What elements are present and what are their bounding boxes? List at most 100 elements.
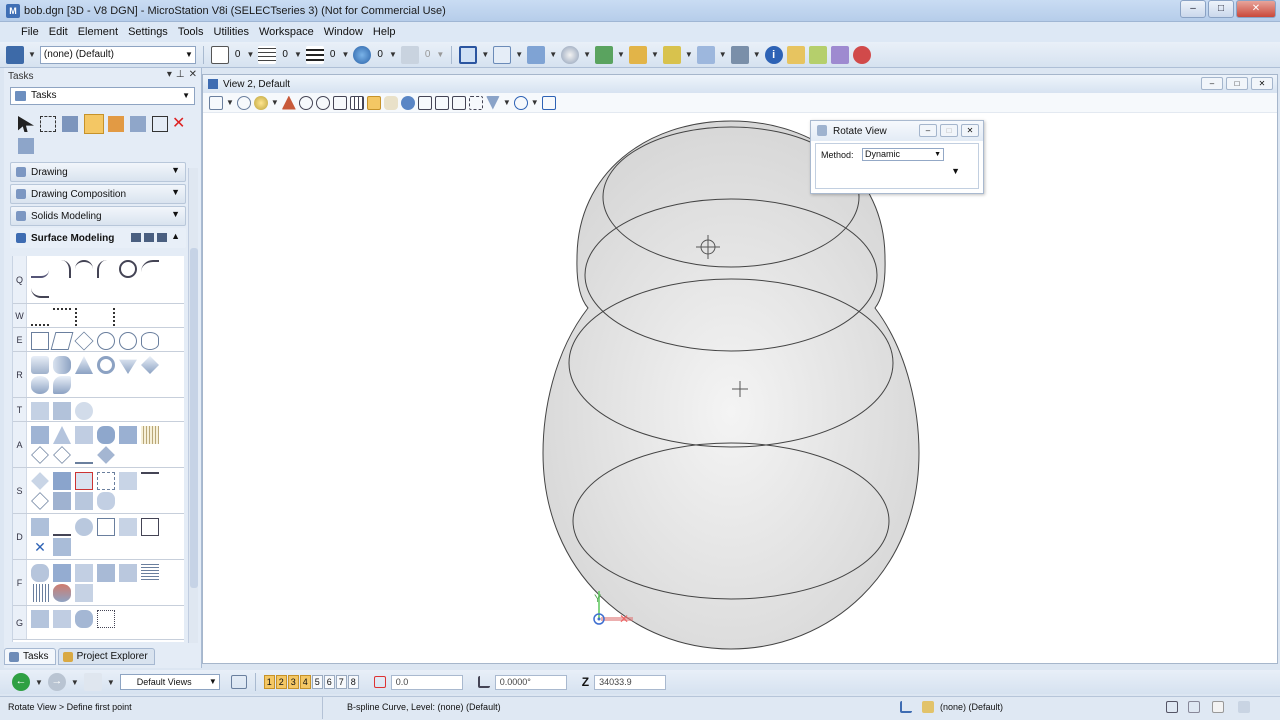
menu-edit[interactable]: Edit <box>44 26 73 38</box>
save-icon[interactable] <box>1166 701 1178 713</box>
view-minimize-button[interactable]: – <box>1201 77 1223 90</box>
back-icon[interactable]: ← <box>12 673 30 691</box>
settings-icon[interactable] <box>730 45 749 64</box>
menu-file[interactable]: File <box>16 26 44 38</box>
active-level-combo[interactable]: (none) (Default) ▼ <box>39 45 196 64</box>
fence-icon[interactable] <box>40 116 56 132</box>
scale-icon[interactable] <box>152 116 168 132</box>
dropdown-arrow[interactable]: ▼ <box>583 50 591 59</box>
icon-view-icon[interactable] <box>131 233 141 242</box>
manipulate-icon[interactable] <box>62 116 78 132</box>
lock-icon[interactable] <box>922 701 934 713</box>
print-icon[interactable] <box>1238 701 1250 713</box>
conic-icon[interactable] <box>141 260 159 278</box>
line-style-icon[interactable] <box>258 45 277 64</box>
z-field[interactable]: 34033.9 <box>594 674 667 690</box>
menu-help[interactable]: Help <box>368 26 401 38</box>
contour-icon[interactable] <box>141 564 159 582</box>
line-style-dropdown-arrow[interactable]: ▼ <box>294 50 302 59</box>
dropdown-arrow[interactable]: ▼ <box>71 678 79 687</box>
navigate-icon[interactable] <box>541 95 556 110</box>
modify-surface-icon[interactable] <box>31 518 49 536</box>
method-select[interactable]: Dynamic ▼ <box>862 148 944 161</box>
section-icon[interactable] <box>75 564 93 582</box>
references-icon[interactable] <box>493 45 512 64</box>
loft-icon[interactable] <box>31 426 49 444</box>
view-groups-icon[interactable] <box>230 675 247 689</box>
line-weight-dropdown-arrow[interactable]: ▼ <box>341 50 349 59</box>
camera-icon[interactable] <box>485 95 500 110</box>
create-solid-icon[interactable] <box>75 610 93 628</box>
align-icon[interactable] <box>53 538 71 556</box>
level-dropdown-arrow[interactable]: ▼ <box>28 50 36 59</box>
element-info-icon[interactable]: i <box>764 45 783 64</box>
line-weight-icon[interactable] <box>305 45 324 64</box>
view-close-button[interactable]: ✕ <box>1251 77 1273 90</box>
cylinder-icon[interactable] <box>53 356 71 374</box>
curve-edit-icon[interactable] <box>75 308 93 326</box>
color-icon[interactable] <box>210 45 229 64</box>
cross-icon[interactable]: ✕ <box>31 538 49 556</box>
slab-icon[interactable] <box>31 356 49 374</box>
group-icon[interactable] <box>18 138 34 154</box>
smooth-icon[interactable] <box>75 518 93 536</box>
no-entry-icon[interactable] <box>852 45 871 64</box>
tab-project-explorer[interactable]: Project Explorer <box>57 648 155 665</box>
task-drawing-composition[interactable]: Drawing Composition ▼ <box>10 184 186 204</box>
polygon-icon[interactable] <box>74 331 94 351</box>
dropdown-arrow[interactable]: ▼ <box>107 678 115 687</box>
dropdown-arrow[interactable]: ▼ <box>271 98 279 107</box>
fair-surface-icon[interactable] <box>53 518 71 536</box>
dropdown-arrow[interactable]: ▼ <box>549 50 557 59</box>
fillet-icon[interactable] <box>97 492 115 510</box>
circle-icon[interactable] <box>97 332 115 350</box>
zoom-out-icon[interactable] <box>315 95 330 110</box>
parallelogram-icon[interactable] <box>50 332 74 350</box>
close-button[interactable]: ✕ <box>1236 0 1276 18</box>
view-button[interactable]: 7 <box>335 675 347 689</box>
pin-icon[interactable]: ⊥ <box>176 69 185 80</box>
display-style-icon[interactable] <box>236 95 251 110</box>
edge-surface-icon[interactable] <box>75 446 93 464</box>
project-icon[interactable] <box>119 564 137 582</box>
dropdown-arrow[interactable]: ▼ <box>651 50 659 59</box>
views-select[interactable]: Default Views ▼ <box>119 674 220 690</box>
bilinear-icon[interactable] <box>53 446 71 464</box>
copy-view-icon[interactable] <box>434 95 449 110</box>
planar-surface-icon[interactable] <box>97 446 115 464</box>
dialog-close-button[interactable]: ✕ <box>961 124 979 137</box>
sphere-icon[interactable] <box>141 356 159 374</box>
pan-view-icon[interactable] <box>383 95 398 110</box>
dropdown-arrow[interactable]: ▼ <box>35 678 43 687</box>
chevron-down-icon[interactable]: ▼ <box>171 165 180 175</box>
arc-icon[interactable] <box>53 260 71 278</box>
surface-model[interactable] <box>542 120 920 650</box>
toolbox-view-icon[interactable] <box>157 233 167 242</box>
extrude-icon[interactable] <box>31 402 49 420</box>
update-view-icon[interactable] <box>281 95 296 110</box>
x-field[interactable]: 0.0 <box>390 674 463 690</box>
view-button[interactable]: 6 <box>323 675 335 689</box>
curvature-icon[interactable] <box>53 564 71 582</box>
view-next-icon[interactable] <box>417 95 432 110</box>
stitch-icon[interactable] <box>53 472 71 490</box>
expand-dialog-icon[interactable]: ▼ <box>951 166 960 176</box>
curve-icon[interactable] <box>75 260 93 278</box>
wedge-icon[interactable] <box>119 359 137 374</box>
view-maximize-button[interactable]: □ <box>1226 77 1248 90</box>
view-button[interactable]: 8 <box>347 675 359 689</box>
tab-tasks[interactable]: Tasks <box>4 648 56 665</box>
convert-icon[interactable] <box>31 610 49 628</box>
curve-arc-icon[interactable] <box>97 260 115 278</box>
fit-view-icon[interactable] <box>349 95 364 110</box>
rotate-view-icon[interactable] <box>366 95 381 110</box>
view-display-icon[interactable] <box>459 45 478 64</box>
view-canvas[interactable]: Y ✕ <box>203 113 1277 663</box>
window-area-icon[interactable] <box>332 95 347 110</box>
list-view-icon[interactable] <box>144 233 154 242</box>
forward-icon[interactable]: → <box>47 673 66 691</box>
cone-icon[interactable] <box>75 356 93 374</box>
element-selection-icon[interactable] <box>18 116 34 132</box>
dropdown-arrow[interactable]: ▼ <box>226 98 234 107</box>
layers-icon[interactable] <box>662 45 681 64</box>
